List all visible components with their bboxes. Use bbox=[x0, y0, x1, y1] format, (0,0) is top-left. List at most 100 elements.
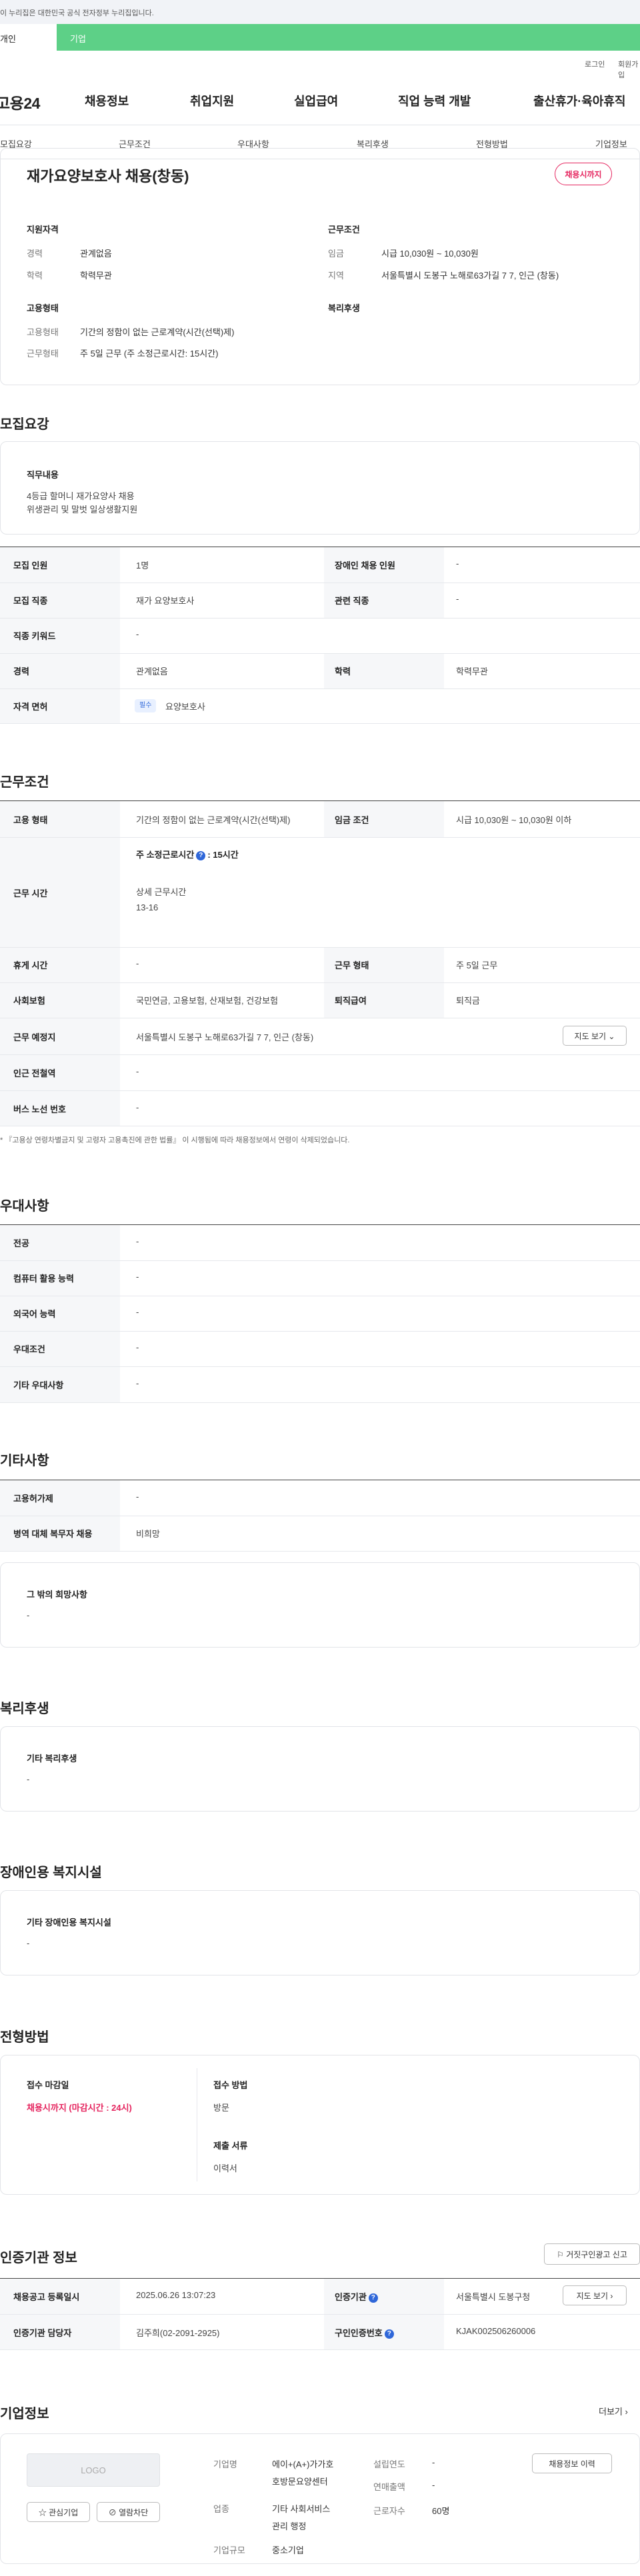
staff-value: 60명 bbox=[432, 2506, 450, 2516]
subway-label: 인근 전철역 bbox=[13, 1068, 56, 1078]
company-more-label: 더보기 bbox=[599, 2407, 623, 2417]
report-fake-ad-button[interactable]: ⚐ 거짓구인광고 신고 bbox=[544, 2243, 640, 2265]
other-wishes-box bbox=[0, 1562, 640, 1648]
row-divider bbox=[0, 1402, 640, 1403]
chevron-right-icon: › bbox=[625, 2407, 628, 2417]
job-title: 재가요양보호사 채용(창동) bbox=[27, 168, 189, 185]
certno-label: 구인인증번호? bbox=[335, 2326, 396, 2339]
row-divider bbox=[0, 653, 640, 654]
recruit-row-label: 장애인 채용 인원 bbox=[335, 561, 395, 571]
education-value: 학력무관 bbox=[80, 271, 112, 281]
wage-label: 임금 bbox=[328, 249, 344, 259]
gnb-item-employment-support[interactable]: 취업지원 bbox=[190, 92, 234, 109]
work-hours-label: 근무 시간 bbox=[13, 888, 48, 898]
recruit-row-label: 관련 직종 bbox=[335, 596, 369, 606]
revenue-value: - bbox=[432, 2480, 435, 2490]
recruit-row-label: 직종 키워드 bbox=[13, 631, 56, 641]
agency-label-text: 인증기관 bbox=[335, 2292, 367, 2302]
method-value: 방문 bbox=[213, 2103, 229, 2113]
pref-row-value: - bbox=[136, 1342, 139, 1352]
selection-section-title: 전형방법 bbox=[0, 2030, 49, 2045]
certno-value: KJAK002506260006 bbox=[456, 2326, 536, 2336]
agency-map-button[interactable]: 지도 보기 › bbox=[563, 2285, 627, 2305]
founded-value: - bbox=[432, 2457, 435, 2467]
tab-company[interactable]: 기업 bbox=[57, 24, 159, 51]
company-name-label: 기업명 bbox=[213, 2459, 237, 2469]
row-divider bbox=[0, 947, 640, 948]
site-logo[interactable]: 고용24 bbox=[0, 91, 40, 113]
row-divider bbox=[0, 1366, 640, 1367]
reg-date-value: 2025.06.26 13:07:23 bbox=[136, 2290, 216, 2300]
recruit-row-value: - bbox=[456, 594, 459, 604]
agency-label: 인증기관? bbox=[335, 2290, 380, 2303]
workplace-label: 근무 예정지 bbox=[13, 1032, 56, 1042]
gnb-item-parental-leave[interactable]: 출산휴가·육아휴직 bbox=[533, 92, 625, 109]
industry-label: 업종 bbox=[213, 2504, 229, 2514]
block-icon: ⊘ bbox=[108, 2507, 117, 2517]
login-link[interactable]: 로그인 bbox=[585, 59, 605, 69]
recruit-row-value: - bbox=[136, 629, 139, 639]
work-form-value: 주 5일 근무 (주 소정근로시간: 15시간) bbox=[80, 349, 219, 359]
age-law-note: * 『고용상 연령차별금지 및 고령자 고용촉진에 관한 법률』 이 시행됨에 … bbox=[0, 1136, 350, 1144]
row-divider bbox=[0, 2314, 640, 2315]
gnb-item-unemployment-benefit[interactable]: 실업급여 bbox=[294, 92, 338, 109]
wage-condition-value: 시급 10,030원 ~ 10,030원 이하 bbox=[456, 815, 572, 825]
tab-personal[interactable]: 개인 bbox=[0, 24, 57, 51]
role-tabs: 개인 기업 bbox=[0, 24, 640, 51]
recruit-row-label: 모집 인원 bbox=[13, 561, 48, 571]
info-icon[interactable]: ? bbox=[196, 850, 206, 860]
insurance-label: 사회보험 bbox=[13, 996, 45, 1006]
other-wishes-heading: 그 밖의 희망사항 bbox=[27, 1590, 87, 1600]
gov-banner-text: 이 누리집은 대한민국 공식 전자정부 누리집입니다. bbox=[0, 9, 154, 17]
pref-row-value: - bbox=[136, 1307, 139, 1317]
weekly-hours-value: : 15시간 bbox=[207, 850, 239, 860]
duty-line-2: 위생관리 및 말벗 일상생활지원 bbox=[27, 505, 138, 515]
etc-section-title: 기타사항 bbox=[0, 1454, 49, 1468]
founded-label: 설립연도 bbox=[373, 2459, 405, 2469]
duty-line-1: 4등급 할머니 재가요양사 채용 bbox=[27, 491, 135, 501]
duty-heading: 직무내용 bbox=[27, 470, 59, 480]
company-size-value: 중소기업 bbox=[272, 2545, 304, 2555]
welfare-heading: 기타 복리후생 bbox=[27, 1754, 77, 1764]
pref-row-label: 전공 bbox=[13, 1238, 29, 1248]
bus-label: 버스 노선 번호 bbox=[13, 1104, 66, 1114]
row-divider bbox=[0, 723, 640, 724]
row-divider bbox=[0, 1054, 640, 1055]
etc-row-label: 고용허가제 bbox=[13, 1494, 53, 1504]
block-company-label: 열람차단 bbox=[119, 2507, 149, 2517]
welfare-value: - bbox=[27, 1774, 30, 1784]
docs-label: 제출 서류 bbox=[213, 2141, 248, 2151]
disabled-value: - bbox=[27, 1938, 30, 1948]
info-icon[interactable]: ? bbox=[384, 2329, 394, 2339]
cert-section-title: 인증기관 정보 bbox=[0, 2251, 77, 2265]
block-company-button[interactable]: ⊘ 열람차단 bbox=[97, 2502, 160, 2522]
recruit-row-label: 모집 직종 bbox=[13, 596, 48, 606]
work-section-title: 근무조건 bbox=[0, 775, 49, 790]
wage-value: 시급 10,030원 ~ 10,030원 bbox=[381, 249, 479, 259]
company-more-link[interactable]: 더보기 › bbox=[599, 2405, 628, 2417]
star-icon: ☆ bbox=[38, 2507, 47, 2517]
signup-link[interactable]: 회원가입 bbox=[618, 59, 640, 80]
pref-row-value: - bbox=[136, 1272, 139, 1282]
gnb-item-vocational-training[interactable]: 직업 능력 개발 bbox=[398, 92, 471, 109]
industry-line: 관리 행정 bbox=[272, 2521, 307, 2531]
hiring-history-button[interactable]: 채용정보 이력 bbox=[532, 2453, 612, 2473]
deadline-badge[interactable]: 채용시까지 bbox=[555, 163, 612, 185]
info-icon[interactable]: ? bbox=[368, 2293, 378, 2303]
etc-row-label: 병역 대체 복무자 채용 bbox=[13, 1529, 93, 1539]
favorite-company-button[interactable]: ☆ 관심기업 bbox=[27, 2502, 90, 2522]
recruit-row-value: 1명 bbox=[136, 561, 149, 571]
map-button[interactable]: 지도 보기 ⌄ bbox=[563, 1026, 627, 1046]
other-wishes-value: - bbox=[27, 1610, 30, 1620]
severance-value: 퇴직금 bbox=[456, 996, 480, 1006]
gnb-item-jobs[interactable]: 채용정보 bbox=[85, 92, 129, 109]
license-label: 자격 면허 bbox=[13, 702, 48, 712]
company-section-title: 기업정보 bbox=[0, 2407, 49, 2421]
recruit-row-value: 학력무관 bbox=[456, 666, 488, 676]
employment-form-label: 고용 형태 bbox=[13, 815, 48, 825]
company-logo: LOGO bbox=[27, 2453, 160, 2487]
recruit-section-title: 모집요강 bbox=[0, 417, 49, 432]
recruit-row-value: 재가 요양보호사 bbox=[136, 596, 195, 606]
subway-value: - bbox=[136, 1066, 139, 1076]
recruit-row-value: 관계없음 bbox=[136, 666, 168, 676]
